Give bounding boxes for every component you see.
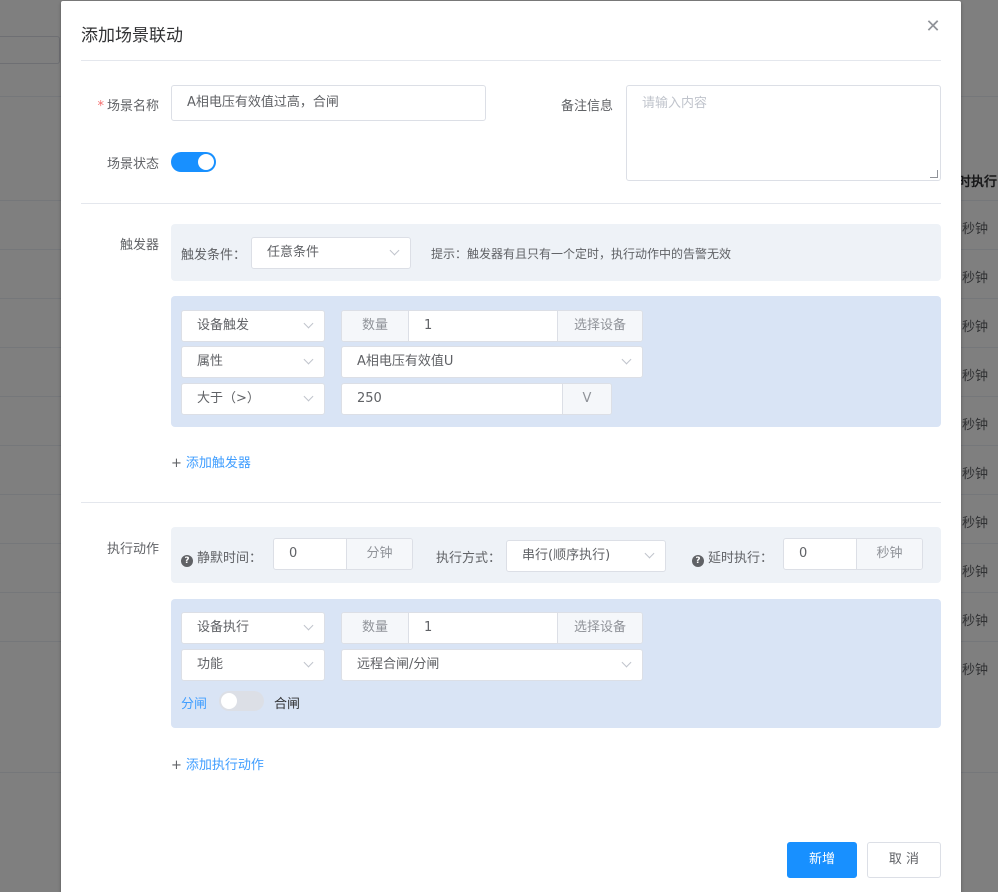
breaker-switch[interactable] xyxy=(219,691,264,711)
section-divider xyxy=(81,203,941,204)
action-function-type-value: 功能 xyxy=(197,657,224,672)
chevron-down-icon xyxy=(303,391,314,402)
exec-mode-label: 执行方式： xyxy=(436,551,502,566)
question-icon[interactable]: ? xyxy=(181,555,193,567)
scene-status-switch[interactable] xyxy=(171,152,216,172)
chevron-down-icon xyxy=(389,245,400,256)
trigger-type-value: 设备触发 xyxy=(197,318,250,333)
submit-button[interactable]: 新增 xyxy=(787,842,857,878)
dialog-title: 添加场景联动 xyxy=(81,26,183,46)
trigger-condition-select[interactable]: 任意条件 xyxy=(251,237,411,269)
silence-unit-addon: 分钟 xyxy=(346,539,412,569)
plus-icon: + xyxy=(171,758,182,773)
trigger-property-select[interactable]: A相电压有效值U xyxy=(341,346,643,378)
remark-textarea[interactable]: 请输入内容 xyxy=(626,85,941,181)
action-device-group: 数量 1 选择设备 xyxy=(341,612,643,644)
cancel-button[interactable]: 取 消 xyxy=(867,842,941,878)
trigger-operator-select[interactable]: 大于（>） xyxy=(181,383,325,415)
action-count-input[interactable]: 1 xyxy=(409,613,557,643)
switch-off-label: 分闸 xyxy=(181,697,208,712)
exec-mode-value: 串行(顺序执行) xyxy=(522,548,611,563)
trigger-property-value: A相电压有效值U xyxy=(357,354,454,369)
chevron-down-icon xyxy=(303,620,314,631)
delay-group: 0 秒钟 xyxy=(783,538,923,570)
remark-placeholder: 请输入内容 xyxy=(642,96,708,111)
section-divider xyxy=(81,502,941,503)
chevron-down-icon xyxy=(621,354,632,365)
switch-on-label: 合闸 xyxy=(274,697,301,712)
question-icon[interactable]: ? xyxy=(692,555,704,567)
chevron-down-icon xyxy=(621,657,632,668)
action-type-value: 设备执行 xyxy=(197,620,250,635)
trigger-property-type-select[interactable]: 属性 xyxy=(181,346,325,378)
scene-name-label-text: 场景名称 xyxy=(106,99,159,114)
remark-label: 备注信息 xyxy=(560,99,613,114)
scene-linkage-dialog: 添加场景联动 ✕ * 场景名称 A相电压有效值过高，合闸 备注信息 请输入内容 场… xyxy=(61,1,961,892)
trigger-operator-value: 大于（>） xyxy=(197,391,260,406)
chevron-down-icon xyxy=(303,657,314,668)
action-function-value: 远程合闸/分闸 xyxy=(357,657,440,672)
scene-name-label: * 场景名称 xyxy=(91,95,159,114)
trigger-condition-label: 触发条件： xyxy=(181,248,247,263)
chevron-down-icon xyxy=(644,548,655,559)
scene-name-input[interactable]: A相电压有效值过高，合闸 xyxy=(171,85,486,121)
scene-status-label: 场景状态 xyxy=(106,157,159,172)
action-function-type-select[interactable]: 功能 xyxy=(181,649,325,681)
trigger-unit-addon: V xyxy=(562,384,611,414)
trigger-threshold-group: 250 V xyxy=(341,383,612,415)
chevron-down-icon xyxy=(303,318,314,329)
chevron-down-icon xyxy=(303,354,314,365)
resize-handle-icon[interactable] xyxy=(930,170,938,178)
silence-time-label: ? 静默时间： xyxy=(181,547,262,567)
delay-label: ? 延时执行： xyxy=(692,547,773,567)
trigger-count-addon: 数量 xyxy=(342,311,409,341)
action-function-select[interactable]: 远程合闸/分闸 xyxy=(341,649,643,681)
exec-mode-select[interactable]: 串行(顺序执行) xyxy=(506,540,666,572)
delay-input[interactable]: 0 xyxy=(784,539,856,569)
trigger-hint: 提示：触发器有且只有一个定时，执行动作中的告警无效 xyxy=(431,247,732,261)
action-label: 执行动作 xyxy=(106,542,159,557)
trigger-label: 触发器 xyxy=(119,238,159,253)
add-action-label: 添加执行动作 xyxy=(185,758,264,773)
delay-label-text: 延时执行： xyxy=(708,551,774,566)
silence-time-input[interactable]: 0 xyxy=(274,539,346,569)
silence-time-group: 0 分钟 xyxy=(273,538,413,570)
action-select-device-button[interactable]: 选择设备 xyxy=(557,613,642,643)
trigger-type-select[interactable]: 设备触发 xyxy=(181,310,325,342)
add-trigger-link[interactable]: + 添加触发器 xyxy=(171,452,251,471)
add-action-link[interactable]: + 添加执行动作 xyxy=(171,754,264,773)
action-type-select[interactable]: 设备执行 xyxy=(181,612,325,644)
close-icon[interactable]: ✕ xyxy=(925,18,941,36)
trigger-count-input[interactable]: 1 xyxy=(409,311,557,341)
add-trigger-label: 添加触发器 xyxy=(185,456,251,471)
trigger-threshold-input[interactable]: 250 xyxy=(342,384,562,414)
delay-unit-addon: 秒钟 xyxy=(856,539,922,569)
trigger-condition-value: 任意条件 xyxy=(267,245,320,260)
trigger-property-type-value: 属性 xyxy=(197,354,224,369)
switch-knob xyxy=(221,693,237,709)
trigger-device-group: 数量 1 选择设备 xyxy=(341,310,643,342)
trigger-select-device-button[interactable]: 选择设备 xyxy=(557,311,642,341)
action-count-addon: 数量 xyxy=(342,613,409,643)
title-divider xyxy=(81,60,941,61)
plus-icon: + xyxy=(171,456,182,471)
silence-time-label-text: 静默时间： xyxy=(197,551,263,566)
switch-knob xyxy=(198,154,214,170)
required-mark: * xyxy=(97,99,104,114)
